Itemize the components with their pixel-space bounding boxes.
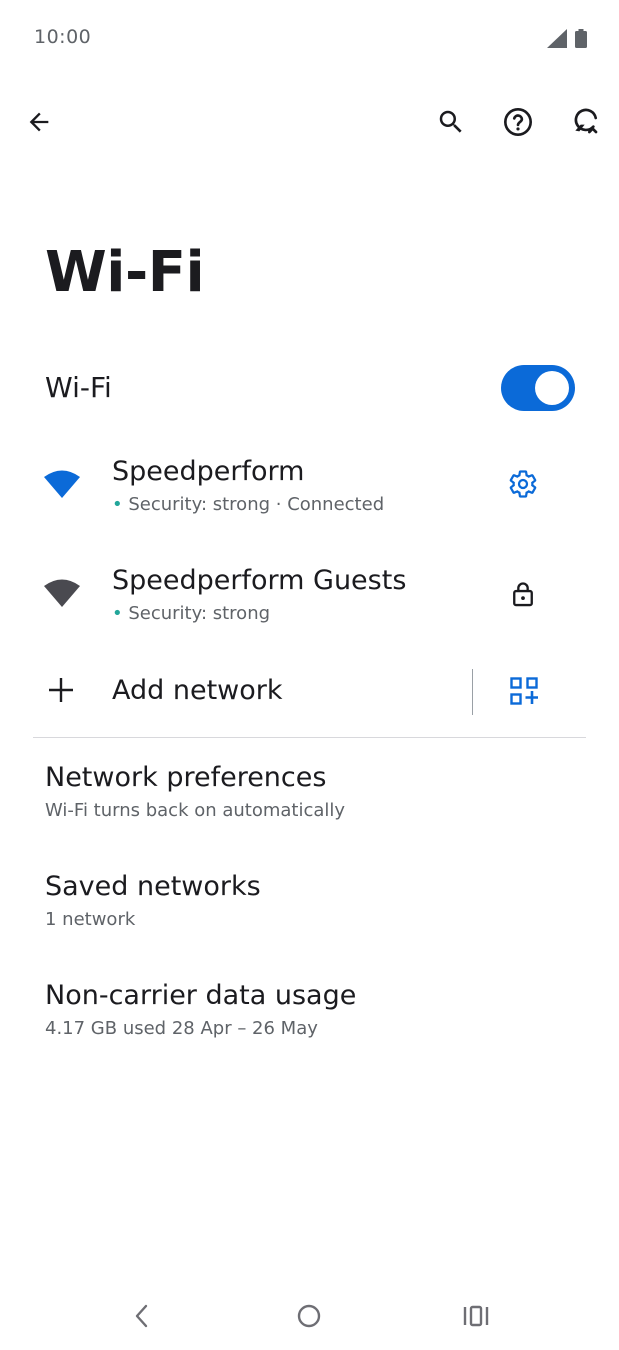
wifi-toggle-switch[interactable] xyxy=(501,365,575,411)
data-usage-item[interactable]: Non-carrier data usage 4.17 GB used 28 A… xyxy=(0,973,619,1063)
security-dot: • xyxy=(112,494,123,515)
qr-scan-button[interactable] xyxy=(500,667,548,715)
back-arrow-icon xyxy=(29,112,49,132)
pref-subtitle: Wi-Fi turns back on automatically xyxy=(45,800,346,821)
page-title: Wi-Fi xyxy=(45,240,205,305)
network-item-speedperform-guests[interactable]: Speedperform Guests • Security: strong xyxy=(0,549,619,639)
pref-title: Non-carrier data usage xyxy=(45,980,357,1011)
battery-icon xyxy=(575,29,587,48)
status-time: 10:00 xyxy=(34,26,92,48)
pref-subtitle: 1 network xyxy=(45,909,136,930)
pref-title: Saved networks xyxy=(45,871,261,902)
wifi-toggle-row[interactable]: Wi-Fi xyxy=(0,355,619,425)
qr-code-icon xyxy=(510,677,538,705)
network-status: • Security: strong · Connected xyxy=(112,494,384,515)
nav-recents-button[interactable] xyxy=(446,1290,506,1342)
top-app-bar xyxy=(0,92,619,152)
add-network-row[interactable]: Add network xyxy=(0,655,619,731)
wifi-toggle-label: Wi-Fi xyxy=(45,371,112,404)
lock-icon xyxy=(513,582,533,607)
reset-button[interactable] xyxy=(562,98,610,146)
add-network-label: Add network xyxy=(112,675,283,706)
pref-subtitle: 4.17 GB used 28 Apr – 26 May xyxy=(45,1018,318,1039)
network-name: Speedperform xyxy=(112,456,305,487)
wifi-connected-icon xyxy=(44,470,80,498)
network-item-speedperform[interactable]: Speedperform • Security: strong · Connec… xyxy=(0,440,619,530)
wifi-icon xyxy=(44,579,80,607)
navigation-bar xyxy=(0,1290,619,1350)
saved-networks-item[interactable]: Saved networks 1 network xyxy=(0,864,619,954)
nav-recents-icon xyxy=(463,1305,489,1327)
signal-icon xyxy=(547,29,567,48)
toggle-knob xyxy=(535,371,569,405)
nav-back-icon xyxy=(135,1304,148,1328)
status-bar: 10:00 xyxy=(0,0,619,76)
network-status-text: Security: strong xyxy=(122,603,271,624)
plus-icon xyxy=(49,678,73,702)
help-button[interactable] xyxy=(494,98,542,146)
nav-home-button[interactable] xyxy=(279,1290,339,1342)
search-icon xyxy=(439,110,462,133)
section-divider xyxy=(33,737,586,738)
nav-home-icon xyxy=(297,1304,321,1328)
network-status: • Security: strong xyxy=(112,603,270,624)
pref-title: Network preferences xyxy=(45,762,327,793)
help-icon xyxy=(504,108,532,136)
nav-back-button[interactable] xyxy=(112,1290,172,1342)
network-lock-indicator xyxy=(500,571,546,617)
refresh-icon xyxy=(574,108,598,134)
search-button[interactable] xyxy=(427,98,475,146)
network-preferences-item[interactable]: Network preferences Wi-Fi turns back on … xyxy=(0,755,619,845)
network-name: Speedperform Guests xyxy=(112,565,407,596)
network-settings-button[interactable] xyxy=(500,461,546,507)
back-button[interactable] xyxy=(15,98,63,146)
gear-icon xyxy=(509,470,537,498)
security-dot: • xyxy=(112,603,123,624)
network-status-text: Security: strong · Connected xyxy=(122,494,385,515)
vertical-divider xyxy=(472,669,473,715)
